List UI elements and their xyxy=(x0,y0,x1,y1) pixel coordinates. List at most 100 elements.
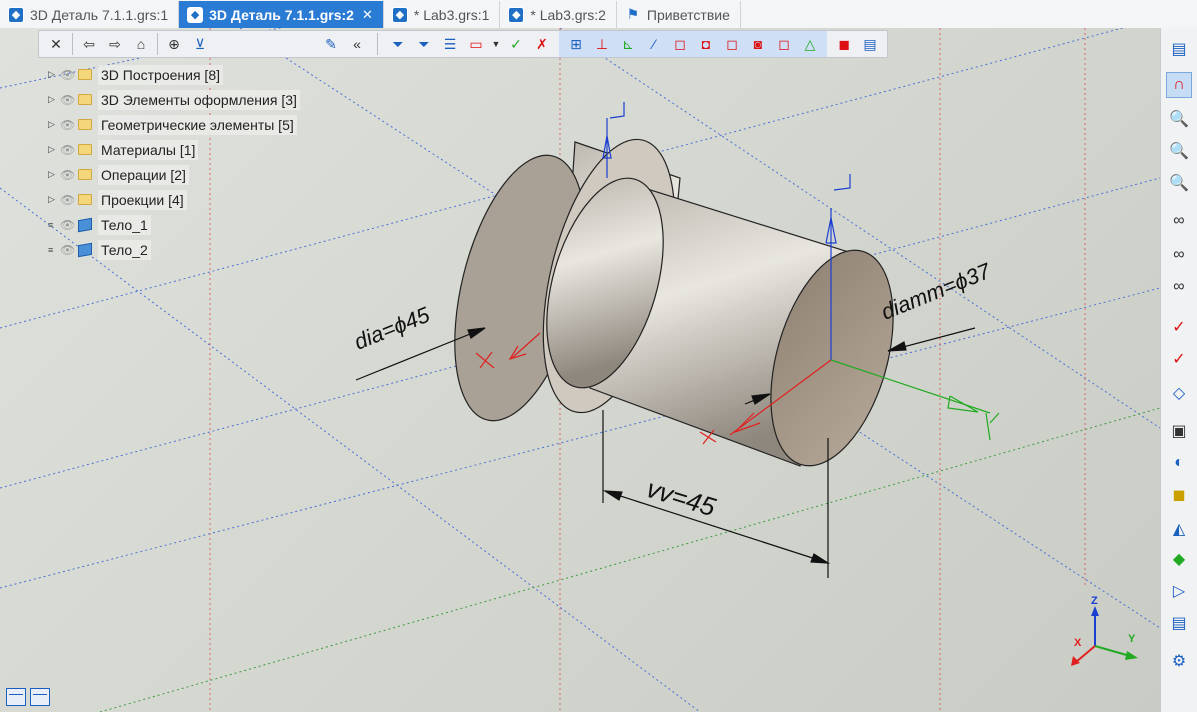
expand-arrow-icon[interactable]: ▷ xyxy=(48,119,60,130)
cube-icon[interactable]: ◼ xyxy=(831,32,857,56)
tool-icon[interactable]: ⚙ xyxy=(1166,648,1192,674)
wrench-icon[interactable]: ✎ xyxy=(318,32,344,56)
eye-icon[interactable]: 👁 xyxy=(60,218,78,232)
expand-arrow-icon[interactable]: ▷ xyxy=(48,169,60,180)
tab-3d-detail-1[interactable]: ◆ 3D Деталь 7.1.1.grs:1 xyxy=(0,1,180,28)
eye-icon[interactable]: 👁 xyxy=(60,243,78,257)
folder-icon xyxy=(78,169,92,180)
chevron-down-icon[interactable]: ▼ xyxy=(489,32,503,56)
expand-arrow-icon[interactable]: ▷ xyxy=(48,94,60,105)
tab-welcome[interactable]: ⚑ Приветствие xyxy=(617,1,741,28)
render-icon[interactable]: ▷ xyxy=(1166,578,1192,604)
document-icon: ◆ xyxy=(508,6,525,23)
tree-node-3d-annotation[interactable]: ▷ 👁 3D Элементы оформления [3] xyxy=(48,87,300,112)
target-icon[interactable]: ⊕ xyxy=(161,32,187,56)
section-cube-icon[interactable]: ◭ xyxy=(1166,516,1192,542)
layout-split-icon[interactable] xyxy=(6,688,26,706)
home-icon[interactable]: ⌂ xyxy=(128,32,154,56)
deselect-icon[interactable]: ✗ xyxy=(529,32,555,56)
tab-label: 3D Деталь 7.1.1.grs:2 xyxy=(209,6,354,23)
filter-settings-icon[interactable]: ⏷ xyxy=(411,32,437,56)
point-select-icon[interactable]: ⊥ xyxy=(589,32,615,56)
zoom-icon[interactable]: 🔍 xyxy=(1166,106,1192,132)
shapes-select-icon[interactable]: △ xyxy=(797,32,823,56)
dimension-diamm[interactable]: diamm=ϕ37 xyxy=(878,258,995,325)
zoom-fit-icon[interactable]: 🔍 xyxy=(1166,170,1192,196)
grid-select-icon[interactable]: ⊞ xyxy=(563,32,589,56)
settings-window-icon[interactable]: ▤ xyxy=(1166,610,1192,636)
tab-label: 3D Деталь 7.1.1.grs:1 xyxy=(30,6,169,23)
body-icon xyxy=(78,242,92,257)
eye-icon[interactable]: 👁 xyxy=(60,68,78,82)
tab-label: * Lab3.grs:2 xyxy=(530,6,606,23)
close-icon[interactable]: ✕ xyxy=(362,7,373,23)
eye-icon[interactable]: 👁 xyxy=(60,193,78,207)
selection-filter-group: ⊞ ⊥ ⊾ ⁄ ◻ ◘ ◻ ◙ ◻ △ xyxy=(559,31,827,57)
tab-lab3-2[interactable]: ◆ * Lab3.grs:2 xyxy=(500,1,617,28)
loop-select-icon[interactable]: ◘ xyxy=(693,32,719,56)
dimension-dia[interactable]: dia=ϕ45 xyxy=(351,302,434,355)
window-icon[interactable]: ▤ xyxy=(1166,36,1192,62)
tree-node-label: 3D Построения [8] xyxy=(98,64,223,85)
separator xyxy=(72,33,73,55)
eye-icon[interactable]: 👁 xyxy=(60,93,78,107)
plane-icon[interactable]: ◇ xyxy=(1166,380,1192,406)
axis-select-icon[interactable]: ⊾ xyxy=(615,32,641,56)
eye-icon[interactable]: 👁 xyxy=(60,143,78,157)
eye-icon[interactable]: 👁 xyxy=(60,118,78,132)
shell-select-icon[interactable]: ◻ xyxy=(771,32,797,56)
sphere-icon[interactable]: ◐ xyxy=(1166,450,1192,476)
select-icon[interactable]: ✓ xyxy=(503,32,529,56)
expand-arrow-icon[interactable]: ▷ xyxy=(48,194,60,205)
magnet-icon[interactable]: ∩ xyxy=(1166,72,1192,98)
tab-lab3-1[interactable]: ◆ * Lab3.grs:1 xyxy=(384,1,501,28)
folder-icon xyxy=(78,144,92,155)
green-cube-icon[interactable]: ◆ xyxy=(1166,546,1192,572)
expand-arrow-icon[interactable]: ▷ xyxy=(48,69,60,80)
color-filter-icon[interactable]: ▭ xyxy=(463,32,489,56)
tree-node-label: Операции [2] xyxy=(98,164,189,185)
body-select-icon[interactable]: ◻ xyxy=(719,32,745,56)
tree-node-projections[interactable]: ▷ 👁 Проекции [4] xyxy=(48,187,300,212)
forward-icon[interactable]: ⇨ xyxy=(102,32,128,56)
check-cube-icon[interactable]: ✓ xyxy=(1166,314,1192,340)
dimension-vv[interactable]: vv=45 xyxy=(643,473,719,522)
face-select-icon[interactable]: ◻ xyxy=(667,32,693,56)
close-icon[interactable]: ✕ xyxy=(43,32,69,56)
tree-node-body-1[interactable]: ≡ 👁 Тело_1 xyxy=(48,212,300,237)
expand-arrow-icon[interactable]: ▷ xyxy=(48,144,60,155)
filter-icon[interactable]: ⏷ xyxy=(385,32,411,56)
edge-select-icon[interactable]: ⁄ xyxy=(641,32,667,56)
part-shaft[interactable] xyxy=(525,165,915,480)
folder-icon xyxy=(78,194,92,205)
axes-triad: Z Y X xyxy=(1071,595,1138,666)
document-icon: ◆ xyxy=(8,6,24,23)
collapse-panel-icon[interactable]: « xyxy=(344,32,370,56)
glasses-view-icon[interactable]: ∞ xyxy=(1166,274,1192,300)
solid-select-icon[interactable]: ◙ xyxy=(745,32,771,56)
tree-node-label: Тело_1 xyxy=(98,214,151,235)
tree-node-body-2[interactable]: ≡ 👁 Тело_2 xyxy=(48,237,300,262)
document-icon: ◆ xyxy=(187,6,204,23)
eye-icon[interactable]: 👁 xyxy=(60,168,78,182)
wireframe-cube-icon[interactable]: ▣ xyxy=(1166,418,1192,444)
tab-label: Приветствие xyxy=(646,6,730,23)
tree-node-label: 3D Элементы оформления [3] xyxy=(98,89,300,110)
glasses-icon[interactable]: ∞ xyxy=(1166,208,1192,234)
layout-single-icon[interactable] xyxy=(30,688,50,706)
double-check-cube-icon[interactable]: ✓ xyxy=(1166,346,1192,372)
yellow-cube-icon[interactable]: ◼ xyxy=(1166,482,1192,508)
tree-node-geometry[interactable]: ▷ 👁 Геометрические элементы [5] xyxy=(48,112,300,137)
properties-icon[interactable]: ▤ xyxy=(857,32,883,56)
tab-3d-detail-2[interactable]: ◆ 3D Деталь 7.1.1.grs:2 ✕ xyxy=(179,1,384,28)
glasses-angle-icon[interactable]: ∞ xyxy=(1166,242,1192,268)
tree-node-operations[interactable]: ▷ 👁 Операции [2] xyxy=(48,162,300,187)
folder-icon xyxy=(78,69,92,80)
back-icon[interactable]: ⇦ xyxy=(76,32,102,56)
zoom-window-icon[interactable]: 🔍 xyxy=(1166,138,1192,164)
expand-icon[interactable]: ⊻ xyxy=(187,32,213,56)
tree-node-3d-constructions[interactable]: ▷ 👁 3D Построения [8] xyxy=(48,62,300,87)
filter-list-icon[interactable]: ☰ xyxy=(437,32,463,56)
tree-node-materials[interactable]: ▷ 👁 Материалы [1] xyxy=(48,137,300,162)
tree-node-label: Геометрические элементы [5] xyxy=(98,114,297,135)
